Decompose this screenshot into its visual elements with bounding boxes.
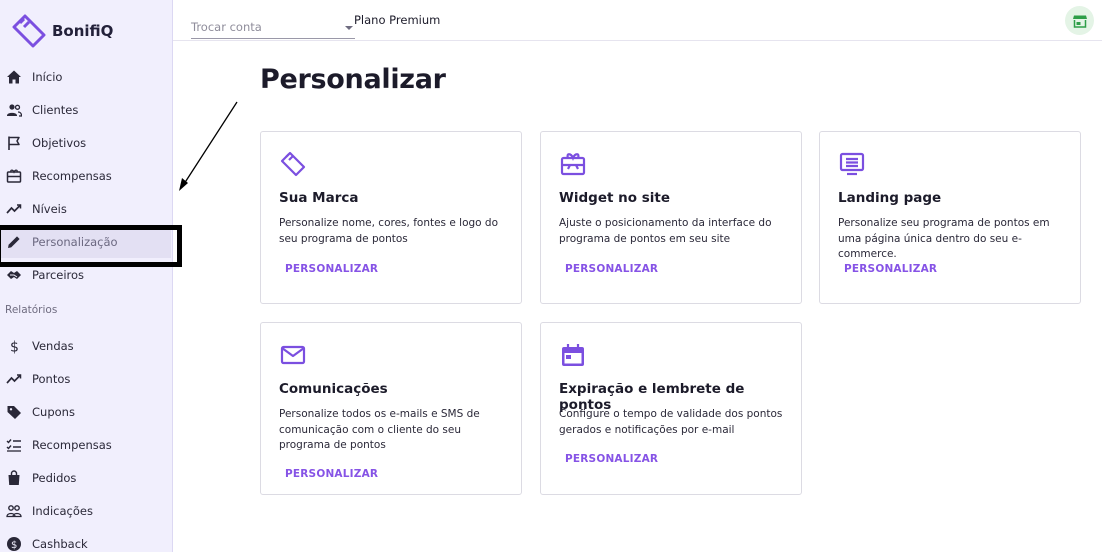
plan-label: Plano Premium xyxy=(354,13,441,27)
sidebar-item-label: Início xyxy=(32,69,63,84)
tag-icon xyxy=(6,404,22,420)
dollar-icon: $ xyxy=(6,338,22,354)
card-expiracao-pontos: Expiração e lembrete de pontos Configure… xyxy=(540,322,802,495)
sidebar-item-inicio[interactable]: Início xyxy=(0,60,173,93)
card-widget-no-site: Widget no site Ajuste o posicionamento d… xyxy=(540,131,802,304)
annotation-arrow xyxy=(179,101,238,191)
sidebar-item-label: Cupons xyxy=(32,404,75,419)
sidebar-item-recompensas-report[interactable]: Recompensas xyxy=(0,428,173,461)
sidebar-item-cupons[interactable]: Cupons xyxy=(0,395,173,428)
sidebar-item-indicacoes[interactable]: Indicações xyxy=(0,494,173,527)
brand-logo[interactable]: BonifiQ xyxy=(10,14,113,48)
store-button[interactable] xyxy=(1065,6,1094,35)
sidebar-item-label: Pedidos xyxy=(32,470,77,485)
card-sua-marca: Sua Marca Personalize nome, cores, fonte… xyxy=(260,131,522,304)
card-description: Personalize nome, cores, fontes e logo d… xyxy=(279,217,499,245)
sidebar-item-label: Indicações xyxy=(32,503,93,518)
sidebar-item-label: Vendas xyxy=(32,338,74,353)
account-select[interactable]: Trocar conta xyxy=(191,14,355,39)
brand-tag-icon xyxy=(279,150,307,178)
sidebar-item-personalizacao[interactable]: Personalização xyxy=(0,225,171,258)
personalizar-link[interactable]: PERSONALIZAR xyxy=(844,263,937,275)
sidebar-item-label: Personalização xyxy=(32,234,118,249)
brand-name: BonifiQ xyxy=(52,22,114,40)
mail-icon xyxy=(279,341,307,369)
sidebar-item-parceiros[interactable]: Parceiros xyxy=(0,258,173,291)
sidebar-item-cashback[interactable]: $ Cashback xyxy=(0,527,173,552)
card-title: Comunicações xyxy=(279,381,388,397)
card-description: Ajuste o posicionamento da interface do … xyxy=(559,217,772,245)
gift-card-icon xyxy=(6,168,22,184)
card-description: Personalize seu programa de pontos em um… xyxy=(838,217,1050,260)
people-icon xyxy=(6,503,22,519)
svg-text:$: $ xyxy=(10,339,19,354)
account-select-placeholder: Trocar conta xyxy=(191,20,262,34)
page-title: Personalizar xyxy=(260,64,446,95)
sidebar-item-label: Clientes xyxy=(32,102,79,117)
card-title: Sua Marca xyxy=(279,190,359,206)
card-landing-page: Landing page Personalize seu programa de… xyxy=(819,131,1081,304)
users-icon xyxy=(6,102,22,118)
home-icon xyxy=(6,69,22,85)
landing-page-icon xyxy=(838,150,866,178)
pencil-icon xyxy=(6,234,22,250)
sidebar-item-label: Cashback xyxy=(32,536,88,551)
personalizar-link[interactable]: PERSONALIZAR xyxy=(285,468,378,480)
storefront-icon xyxy=(1072,15,1087,28)
coin-icon: $ xyxy=(6,536,22,552)
bag-icon xyxy=(6,469,22,486)
sidebar-item-pontos[interactable]: Pontos xyxy=(0,362,173,395)
sidebar-item-clientes[interactable]: Clientes xyxy=(0,93,173,126)
personalizar-link[interactable]: PERSONALIZAR xyxy=(565,263,658,275)
sidebar-item-objetivos[interactable]: Objetivos xyxy=(0,126,173,159)
bonifiq-logo-icon xyxy=(12,14,46,48)
personalizar-link[interactable]: PERSONALIZAR xyxy=(285,263,378,275)
sidebar-item-pedidos[interactable]: Pedidos xyxy=(0,461,173,494)
sidebar-item-label: Recompensas xyxy=(32,437,112,452)
sidebar-nav: Início Clientes Objetivos Recompensas Ní… xyxy=(0,60,173,552)
trend-icon xyxy=(6,371,22,387)
reports-section-label: Relatórios xyxy=(5,304,58,316)
flag-icon xyxy=(6,135,22,151)
personalizar-link[interactable]: PERSONALIZAR xyxy=(565,453,658,465)
card-description: Personalize todos os e-mails e SMS de co… xyxy=(279,408,480,451)
sidebar: BonifiQ Início Clientes Objetivos Recomp… xyxy=(0,0,173,552)
card-title: Landing page xyxy=(838,190,942,206)
handshake-icon xyxy=(6,267,22,283)
top-bar: Trocar conta Plano Premium xyxy=(173,0,1102,41)
sidebar-item-label: Recompensas xyxy=(32,168,112,183)
sidebar-item-label: Objetivos xyxy=(32,135,87,150)
caret-down-icon xyxy=(345,26,353,30)
sidebar-item-label: Níveis xyxy=(32,201,67,216)
trend-icon xyxy=(6,201,22,217)
svg-text:$: $ xyxy=(11,540,17,551)
sidebar-item-recompensas[interactable]: Recompensas xyxy=(0,159,173,192)
sidebar-item-label: Parceiros xyxy=(32,267,85,282)
calendar-icon xyxy=(559,341,587,369)
checklist-icon xyxy=(6,437,22,453)
card-title: Widget no site xyxy=(559,190,671,206)
card-comunicacoes: Comunicações Personalize todos os e-mail… xyxy=(260,322,522,495)
widget-gift-icon xyxy=(559,150,587,178)
card-description: Configure o tempo de validade dos pontos… xyxy=(559,408,783,436)
sidebar-item-niveis[interactable]: Níveis xyxy=(0,192,173,225)
sidebar-item-vendas[interactable]: $ Vendas xyxy=(0,329,173,362)
sidebar-item-label: Pontos xyxy=(32,371,71,386)
